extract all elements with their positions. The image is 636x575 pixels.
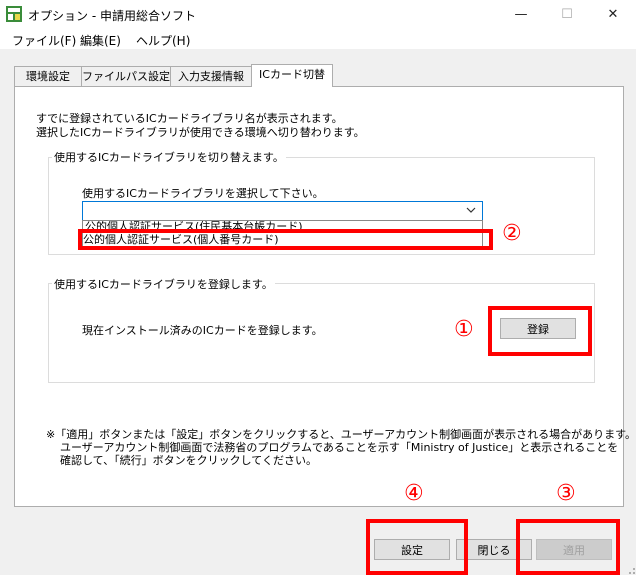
note-line-1: ※「適用」ボタンまたは「設定」ボタンをクリックすると、ユーザーアカウント制御画面…: [46, 428, 636, 441]
marker-4: ④: [404, 481, 424, 506]
menu-file[interactable]: ファイル(F): [12, 32, 76, 49]
maximize-button[interactable]: ☐: [544, 0, 590, 29]
library-select[interactable]: [82, 201, 483, 221]
app-icon: [6, 6, 22, 22]
switch-group-title: 使用するICカードライブラリを切り替えます。: [52, 149, 286, 165]
note-line-2: ユーザーアカウント制御画面で法務省のプログラムであることを示す「Ministry…: [60, 441, 619, 454]
register-description: 現在インストール済みのICカードを登録します。: [82, 324, 323, 337]
close-icon: ✕: [607, 7, 619, 22]
window-title: オプション - 申請用総合ソフト: [28, 9, 196, 23]
note-text: ※「適用」ボタンまたは「設定」ボタンをクリックすると、ユーザーアカウント制御画面…: [46, 428, 636, 467]
tab-environment[interactable]: 環境設定: [14, 66, 82, 86]
minimize-icon: —: [514, 7, 528, 22]
note-line-3: 確認して、「続行」ボタンをクリックしてください。: [60, 454, 317, 467]
close-window-button[interactable]: ✕: [590, 0, 636, 29]
menu-bar: ファイル(F) 編集(E) ヘルプ(H): [0, 29, 636, 49]
register-group-title: 使用するICカードライブラリを登録します。: [52, 276, 275, 292]
menu-edit[interactable]: 編集(E): [80, 32, 121, 49]
title-bar: オプション - 申請用総合ソフト — ☐ ✕: [0, 0, 636, 29]
description-line-1: すでに登録されているICカードライブラリ名が表示されます。: [36, 112, 343, 125]
description: すでに登録されているICカードライブラリ名が表示されます。 選択したICカードラ…: [36, 112, 365, 140]
tab-input-support[interactable]: 入力支援情報: [170, 66, 252, 86]
tab-file-path[interactable]: ファイルパス設定: [81, 66, 171, 86]
library-select-label: 使用するICカードライブラリを選択して下さい。: [82, 187, 324, 200]
highlight-box-2: [78, 229, 493, 250]
minimize-button[interactable]: —: [498, 0, 544, 29]
menu-help[interactable]: ヘルプ(H): [136, 32, 190, 49]
marker-3: ③: [556, 481, 576, 506]
maximize-icon: ☐: [561, 7, 573, 22]
marker-2: ②: [502, 221, 522, 246]
chevron-down-icon[interactable]: [462, 201, 480, 219]
highlight-box-4: [366, 519, 468, 575]
marker-1: ①: [454, 317, 474, 342]
highlight-box-3: [516, 519, 620, 575]
description-line-2: 選択したICカードライブラリが使用できる環境へ切り替わります。: [36, 126, 365, 139]
tab-ic-card[interactable]: ICカード切替: [251, 64, 333, 87]
highlight-box-1: [488, 306, 592, 356]
resize-grip-icon[interactable]: [624, 563, 636, 575]
